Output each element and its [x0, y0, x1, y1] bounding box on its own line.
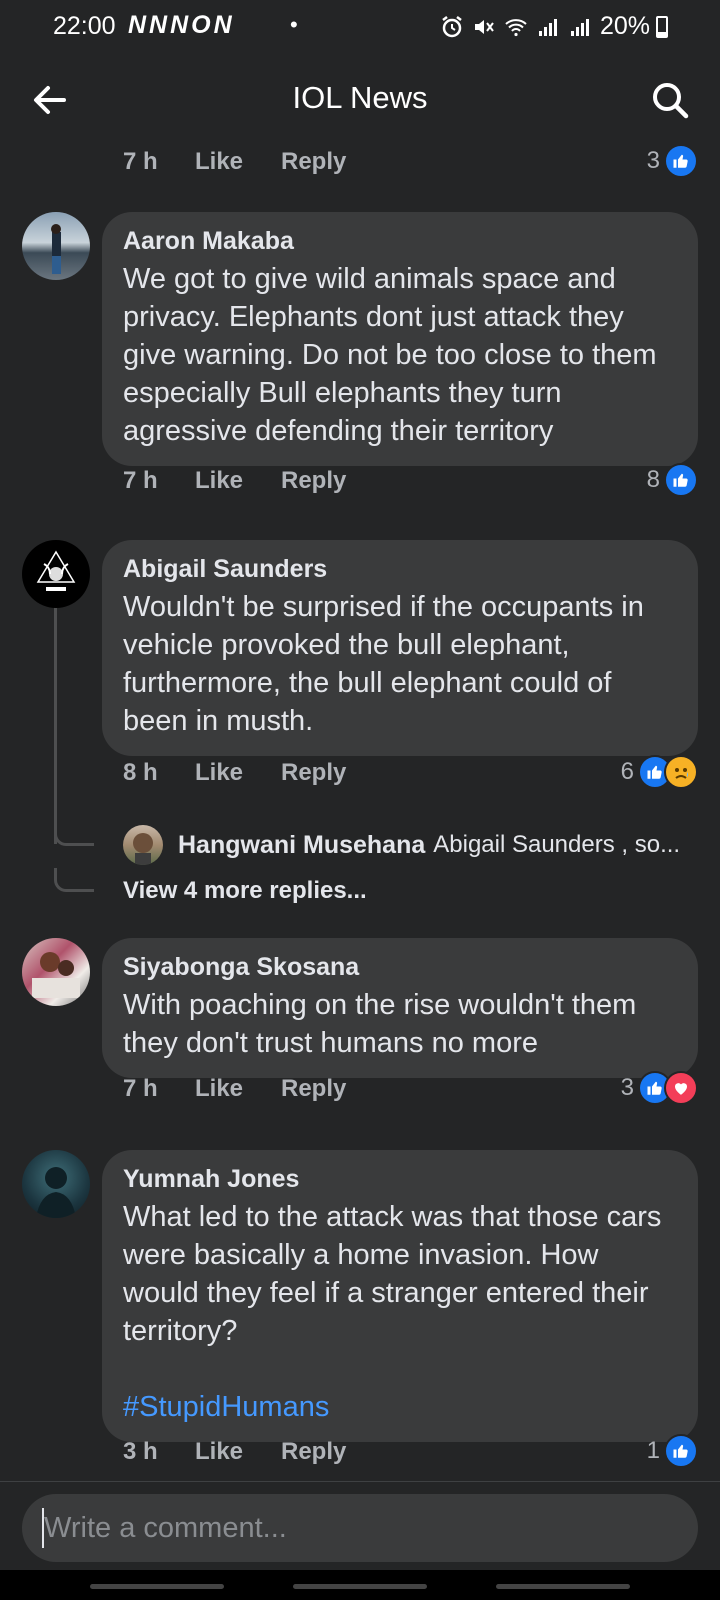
mute-icon [474, 19, 494, 34]
reply-button[interactable]: Reply [281, 759, 346, 787]
reply-snippet: Abigail Saunders , so... [433, 831, 681, 858]
sad-face-icon [664, 755, 698, 789]
comment-time: 7 h [123, 467, 158, 494]
thumbs-up-icon [664, 463, 698, 497]
comment-time: 8 h [123, 759, 158, 786]
wifi-icon [505, 18, 527, 36]
reaction-count: 6 [620, 758, 634, 785]
reaction-count: 3 [646, 147, 660, 174]
reply-author[interactable]: Hangwani Musehana [178, 831, 425, 860]
comment-actions: 8 h Like Reply 6 [123, 755, 698, 795]
reaction-count: 3 [620, 1074, 634, 1101]
comment-bubble: Abigail Saunders Wouldn't be surprised i… [102, 540, 698, 756]
comment-author[interactable]: Siyabonga Skosana [123, 952, 678, 982]
thread-branch [54, 868, 94, 892]
battery-percent: 20% [599, 12, 650, 40]
comment-time: 7 h [123, 1075, 158, 1102]
status-bar: 22:00 NNNON • 20% [0, 0, 720, 55]
view-more-replies-link[interactable]: View 4 more replies... [123, 877, 367, 905]
reaction-summary[interactable]: 8 [647, 463, 698, 497]
avatar[interactable] [22, 212, 90, 280]
nav-home-button[interactable] [293, 1584, 427, 1589]
hashtag-link[interactable]: #StupidHumans [123, 1388, 678, 1426]
app-header: IOL News [0, 60, 720, 140]
comment-bubble: Yumnah Jones What led to the attack was … [102, 1150, 698, 1442]
comment-actions: 7 h Like Reply 3 [123, 144, 698, 184]
battery-icon [656, 16, 668, 38]
alarm-icon [442, 15, 462, 37]
thread-line [54, 604, 57, 844]
reply-button[interactable]: Reply [281, 148, 346, 176]
avatar[interactable] [22, 938, 90, 1006]
like-button[interactable]: Like [195, 1075, 243, 1103]
thumbs-up-icon [664, 1434, 698, 1468]
reply-button[interactable]: Reply [281, 1075, 346, 1103]
reply-button[interactable]: Reply [281, 1438, 346, 1466]
divider [0, 1481, 720, 1482]
nav-back-button[interactable] [496, 1584, 630, 1589]
comment-author[interactable]: Yumnah Jones [123, 1164, 678, 1194]
nav-recents-button[interactable] [90, 1584, 224, 1589]
avatar[interactable] [22, 540, 90, 608]
comment-actions: 3 h Like Reply 1 [123, 1434, 698, 1474]
comment-text: We got to give wild animals space and pr… [123, 263, 665, 447]
like-button[interactable]: Like [195, 467, 243, 495]
reaction-summary[interactable]: 3 [621, 1071, 698, 1105]
comment-text: Wouldn't be surprised if the occupants i… [123, 591, 652, 737]
system-nav-bar [0, 1570, 720, 1600]
comment-input[interactable] [44, 1494, 644, 1562]
like-button[interactable]: Like [195, 1438, 243, 1466]
page-title: IOL News [292, 80, 428, 115]
like-button[interactable]: Like [195, 148, 243, 176]
signal-icon [538, 18, 557, 36]
comment-bubble: Siyabonga Skosana With poaching on the r… [102, 938, 698, 1078]
comment-actions: 7 h Like Reply 8 [123, 463, 698, 503]
avatar[interactable] [22, 1150, 90, 1218]
comment-composer [22, 1494, 698, 1562]
avatar[interactable] [123, 825, 163, 865]
status-right: 20% [440, 12, 650, 41]
reply-preview[interactable]: Hangwani Musehana Abigail Saunders , so.… [123, 820, 703, 870]
comment-text: With poaching on the rise wouldn't them … [123, 989, 645, 1059]
heart-icon [664, 1071, 698, 1105]
more-notifications-dot: • [290, 12, 298, 37]
thread-branch [54, 822, 94, 846]
signal-icon [570, 18, 589, 36]
thumbs-up-icon [664, 144, 698, 178]
reaction-summary[interactable]: 6 [621, 755, 698, 789]
comment-author[interactable]: Abigail Saunders [123, 554, 678, 584]
comment-time: 7 h [123, 148, 158, 175]
comment-author[interactable]: Aaron Makaba [123, 226, 678, 256]
search-icon[interactable] [648, 78, 692, 122]
status-time: 22:00 [53, 12, 116, 40]
comment-time: 3 h [123, 1438, 158, 1465]
like-button[interactable]: Like [195, 759, 243, 787]
reply-button[interactable]: Reply [281, 467, 346, 495]
reaction-count: 1 [646, 1437, 660, 1464]
comment-text: What led to the attack was that those ca… [123, 1201, 670, 1347]
notification-icons: NNNON [128, 11, 235, 39]
reaction-count: 8 [646, 466, 660, 493]
comment-bubble: Aaron Makaba We got to give wild animals… [102, 212, 698, 466]
comment-actions: 7 h Like Reply 3 [123, 1071, 698, 1111]
text-cursor [42, 1508, 44, 1548]
reaction-summary[interactable]: 3 [647, 144, 698, 178]
reaction-summary[interactable]: 1 [647, 1434, 698, 1468]
